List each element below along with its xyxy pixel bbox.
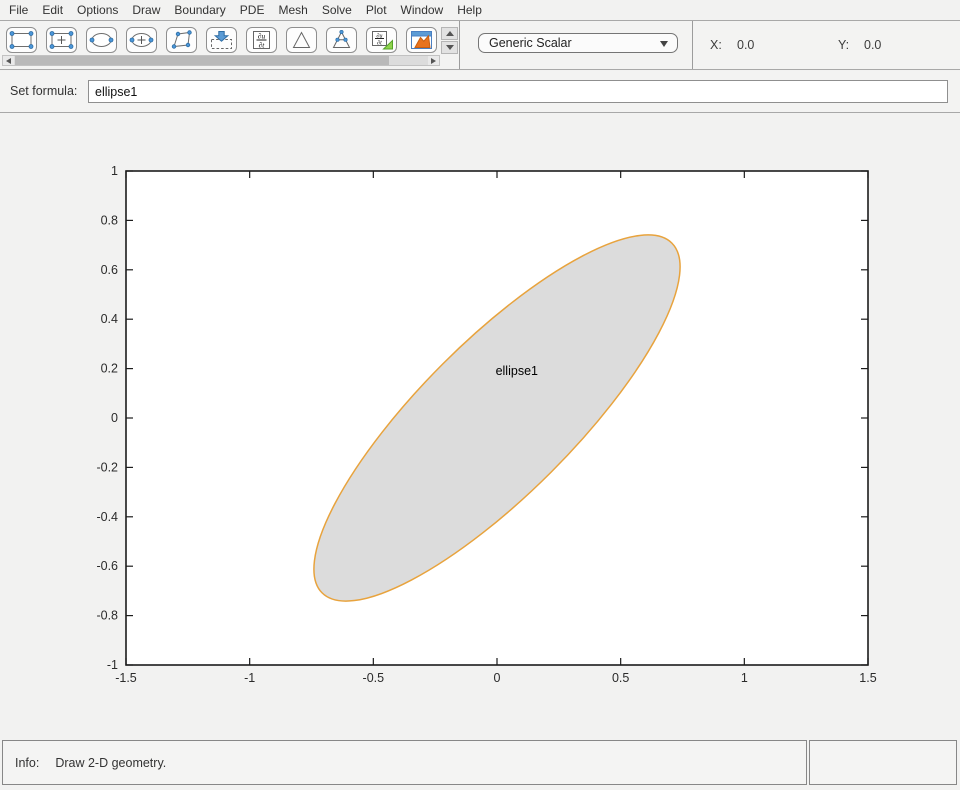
y-tick-label: -1 xyxy=(107,658,118,672)
draw-polygon-icon xyxy=(167,28,196,52)
menu-item-mesh[interactable]: Mesh xyxy=(271,1,314,19)
menu-item-options[interactable]: Options xyxy=(70,1,125,19)
tool-plot-solution-button[interactable] xyxy=(406,27,437,53)
y-tick-label: 1 xyxy=(111,164,118,178)
tool-draw-ellipse-center-button[interactable] xyxy=(126,27,157,53)
tool-draw-polygon-button[interactable] xyxy=(166,27,197,53)
tool-draw-rectangle-center-button[interactable] xyxy=(46,27,77,53)
x-tick-label: 1.5 xyxy=(859,671,876,685)
scrollbar-thumb[interactable] xyxy=(15,56,389,65)
geometry-label-ellipse1: ellipse1 xyxy=(496,364,538,378)
tool-draw-ellipse-corner-button[interactable] xyxy=(86,27,117,53)
svg-text:∂u: ∂u xyxy=(377,33,383,40)
arrow-left-icon xyxy=(6,58,11,64)
solve-pde-icon: ∂u∂t xyxy=(367,28,396,52)
drawing-canvas[interactable]: -1.5-1-0.500.511.5-1-0.8-0.6-0.4-0.200.2… xyxy=(0,113,960,737)
tool-strip: ∂u∂t∂u∂t xyxy=(6,27,437,53)
menu-item-edit[interactable]: Edit xyxy=(35,1,70,19)
arrow-down-icon xyxy=(446,45,454,50)
menu-item-pde[interactable]: PDE xyxy=(233,1,272,19)
pde-specification-icon: ∂u∂t xyxy=(247,28,276,52)
tool-boundary-mode-button[interactable] xyxy=(206,27,237,53)
draw-ellipse-center-icon xyxy=(127,28,156,52)
x-coordinate-value: 0.0 xyxy=(737,35,754,55)
tool-solve-pde-button[interactable]: ∂u∂t xyxy=(366,27,397,53)
tool-draw-rectangle-corner-button[interactable] xyxy=(6,27,37,53)
pde-type-select[interactable]: Generic Scalar xyxy=(478,33,678,53)
y-coordinate-value: 0.0 xyxy=(864,35,881,55)
y-tick-label: 0.8 xyxy=(101,213,118,227)
y-tick-label: 0.2 xyxy=(101,362,118,376)
menu-item-file[interactable]: File xyxy=(2,1,35,19)
tool-pde-specification-button[interactable]: ∂u∂t xyxy=(246,27,277,53)
formula-bar: Set formula: xyxy=(0,71,960,113)
y-tick-label: -0.2 xyxy=(96,460,118,474)
menu-bar: FileEditOptionsDrawBoundaryPDEMeshSolveP… xyxy=(0,0,960,20)
set-formula-label: Set formula: xyxy=(10,84,77,98)
spinner-up-button[interactable] xyxy=(441,27,458,40)
menu-item-plot[interactable]: Plot xyxy=(359,1,394,19)
menu-item-boundary[interactable]: Boundary xyxy=(167,1,232,19)
x-tick-label: -0.5 xyxy=(363,671,385,685)
spinner-down-button[interactable] xyxy=(441,41,458,54)
initialize-mesh-icon xyxy=(287,28,316,52)
status-info-panel: Info: Draw 2-D geometry. xyxy=(2,740,807,785)
menu-item-draw[interactable]: Draw xyxy=(125,1,167,19)
svg-text:∂t: ∂t xyxy=(259,41,266,50)
draw-ellipse-corner-icon xyxy=(87,28,116,52)
geometry-plot[interactable]: -1.5-1-0.500.511.5-1-0.8-0.6-0.4-0.200.2… xyxy=(0,113,960,737)
scrollbar-left-button[interactable] xyxy=(3,56,14,65)
info-text: Draw 2-D geometry. xyxy=(55,756,166,770)
y-tick-label: -0.8 xyxy=(96,609,118,623)
y-tick-label: 0.4 xyxy=(101,312,118,326)
refine-mesh-icon xyxy=(327,28,356,52)
y-tick-label: 0 xyxy=(111,411,118,425)
arrow-right-icon xyxy=(431,58,436,64)
scrollbar-right-button[interactable] xyxy=(428,56,439,65)
toolbar-row-spinner xyxy=(441,27,458,55)
toolbar-divider xyxy=(459,21,460,69)
toolbar-divider-2 xyxy=(692,21,693,69)
x-tick-label: 1 xyxy=(741,671,748,685)
menu-item-window[interactable]: Window xyxy=(394,1,451,19)
status-aux-panel xyxy=(809,740,957,785)
set-formula-input[interactable] xyxy=(88,80,948,103)
y-tick-label: -0.6 xyxy=(96,559,118,573)
boundary-mode-icon xyxy=(207,28,236,52)
svg-text:∂u: ∂u xyxy=(258,32,266,41)
draw-rectangle-corner-icon xyxy=(7,28,36,52)
y-tick-label: -0.4 xyxy=(96,510,118,524)
x-coordinate-label: X: xyxy=(710,35,722,55)
x-tick-label: -1 xyxy=(244,671,255,685)
tool-initialize-mesh-button[interactable] xyxy=(286,27,317,53)
x-tick-label: -1.5 xyxy=(115,671,137,685)
x-tick-label: 0.5 xyxy=(612,671,629,685)
y-tick-label: 0.6 xyxy=(101,263,118,277)
plot-solution-icon xyxy=(407,28,436,52)
toolbar: ∂u∂t∂u∂t Generic Scalar X: 0.0 Y: 0.0 xyxy=(0,20,960,70)
toolbar-scrollbar[interactable] xyxy=(2,55,440,66)
svg-text:∂t: ∂t xyxy=(377,40,382,47)
menu-item-solve[interactable]: Solve xyxy=(315,1,359,19)
arrow-up-icon xyxy=(446,31,454,36)
pde-type-value: Generic Scalar xyxy=(489,36,572,50)
chevron-down-icon xyxy=(660,41,668,47)
x-tick-label: 0 xyxy=(494,671,501,685)
draw-rectangle-center-icon xyxy=(47,28,76,52)
info-label: Info: xyxy=(15,756,39,770)
y-coordinate-label: Y: xyxy=(838,35,849,55)
status-bar: Info: Draw 2-D geometry. xyxy=(0,737,960,790)
menu-item-help[interactable]: Help xyxy=(450,1,489,19)
tool-refine-mesh-button[interactable] xyxy=(326,27,357,53)
